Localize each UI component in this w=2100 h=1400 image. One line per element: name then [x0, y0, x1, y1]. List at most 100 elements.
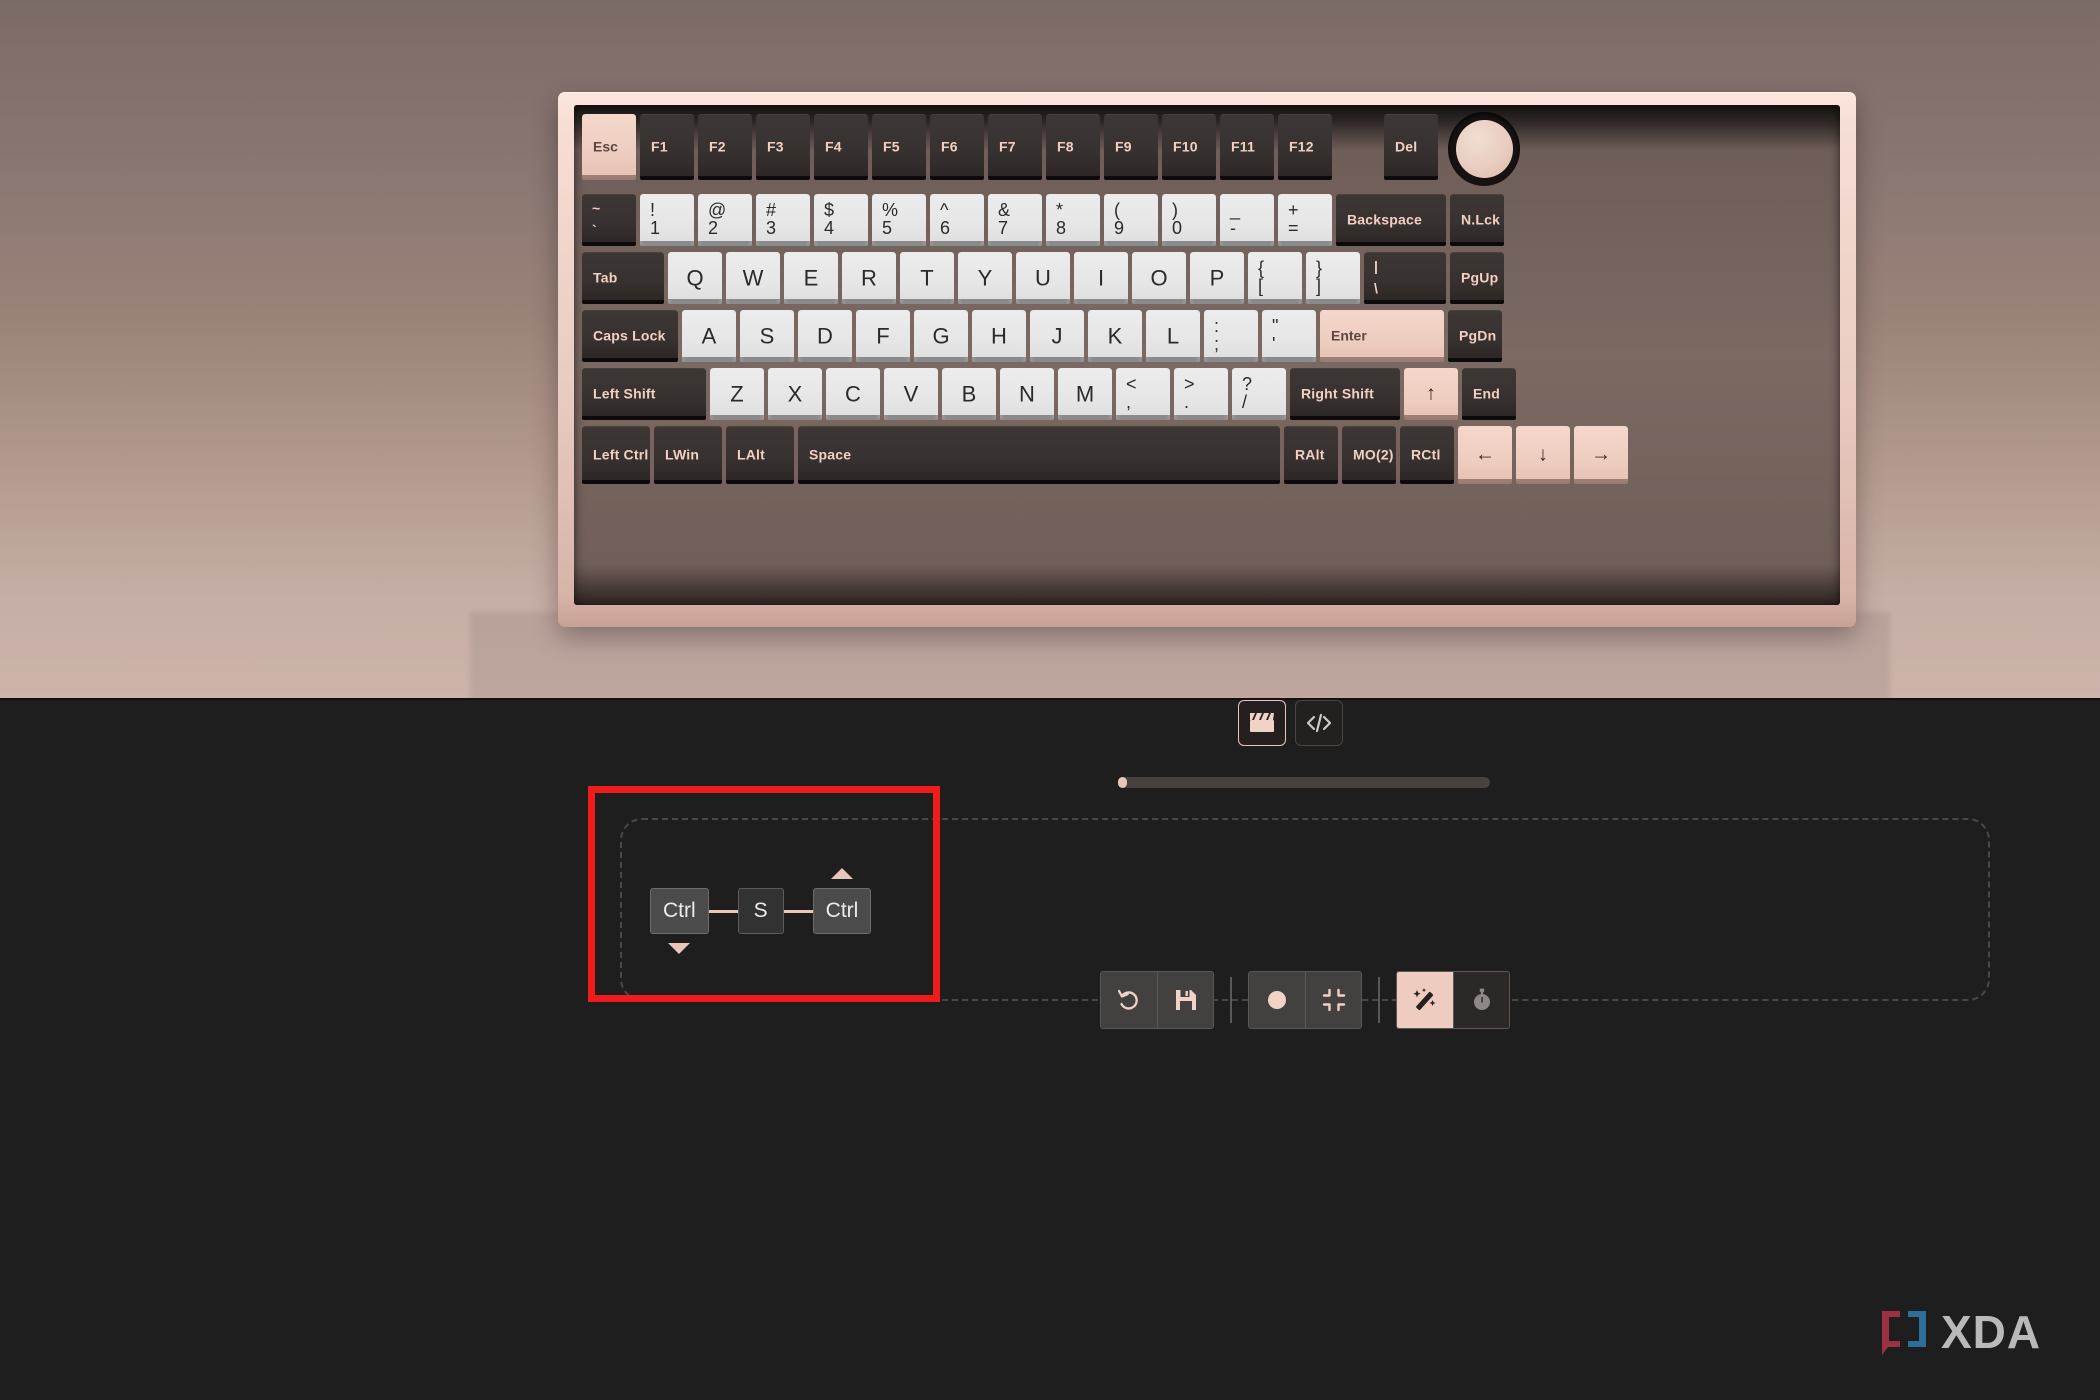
key-ralt[interactable]: RAlt [1284, 426, 1338, 484]
key-d[interactable]: D [798, 310, 852, 362]
key-[interactable]: ↑ [1404, 368, 1458, 420]
key-r[interactable]: R [842, 252, 896, 304]
key-o[interactable]: O [1132, 252, 1186, 304]
key-n-lck[interactable]: N.Lck [1450, 194, 1504, 246]
key-2[interactable]: @2 [698, 194, 752, 246]
key-tab[interactable]: Tab [582, 252, 664, 304]
key-e[interactable]: E [784, 252, 838, 304]
rotary-knob[interactable] [1448, 112, 1520, 186]
key-f4[interactable]: F4 [814, 114, 868, 180]
save-button[interactable] [1157, 972, 1213, 1028]
key-pgdn[interactable]: PgDn [1448, 310, 1502, 362]
key-end[interactable]: End [1462, 368, 1516, 420]
keycap-legend-lower: 2 [708, 218, 719, 239]
key-f1[interactable]: F1 [640, 114, 694, 180]
horizontal-scrollbar[interactable] [1118, 777, 1490, 788]
timing-button[interactable] [1453, 972, 1509, 1028]
key-0[interactable]: ) 0 [1162, 194, 1216, 246]
key-[interactable]: → [1574, 426, 1628, 484]
key-3[interactable]: #3 [756, 194, 810, 246]
key-g[interactable]: G [914, 310, 968, 362]
key-q[interactable]: Q [668, 252, 722, 304]
key-w[interactable]: W [726, 252, 780, 304]
key-enter[interactable]: Enter [1320, 310, 1444, 362]
key-[interactable]: + = [1278, 194, 1332, 246]
key-esc[interactable]: Esc [582, 114, 636, 180]
key-f6[interactable]: F6 [930, 114, 984, 180]
key-lwin[interactable]: LWin [654, 426, 722, 484]
key-6[interactable]: ^ 6 [930, 194, 984, 246]
tab-macro-code[interactable] [1295, 700, 1343, 746]
key-[interactable]: ~ ` [582, 194, 636, 246]
key-f11[interactable]: F11 [1220, 114, 1274, 180]
key-f[interactable]: F [856, 310, 910, 362]
key-del[interactable]: Del [1384, 114, 1438, 180]
key-9[interactable]: (9 [1104, 194, 1158, 246]
key-rctl[interactable]: RCtl [1400, 426, 1454, 484]
key-[interactable]: >. [1174, 368, 1228, 420]
key-[interactable]: }] [1306, 252, 1360, 304]
key-a[interactable]: A [682, 310, 736, 362]
key-lalt[interactable]: LAlt [726, 426, 794, 484]
key-z[interactable]: Z [710, 368, 764, 420]
key-left-shift[interactable]: Left Shift [582, 368, 706, 420]
key-t[interactable]: T [900, 252, 954, 304]
key-p[interactable]: P [1190, 252, 1244, 304]
key-mo-2[interactable]: MO(2) [1342, 426, 1396, 484]
key-[interactable]: <, [1116, 368, 1170, 420]
key-[interactable]: ↓ [1516, 426, 1570, 484]
key-h[interactable]: H [972, 310, 1026, 362]
key-f10[interactable]: F10 [1162, 114, 1216, 180]
key-b[interactable]: B [942, 368, 996, 420]
key-v[interactable]: V [884, 368, 938, 420]
rotary-knob-cap[interactable] [1456, 120, 1513, 178]
key-[interactable]: {[ [1248, 252, 1302, 304]
key-1[interactable]: ! 1 [640, 194, 694, 246]
magic-wand-button[interactable] [1397, 972, 1453, 1028]
key-pgup[interactable]: PgUp [1450, 252, 1504, 304]
key-f8[interactable]: F8 [1046, 114, 1100, 180]
key-x[interactable]: X [768, 368, 822, 420]
keycap-legend-upper: ? [1242, 374, 1253, 394]
tab-macro-recorder[interactable] [1238, 700, 1286, 746]
key-backspace[interactable]: Backspace [1336, 194, 1446, 246]
collapse-button[interactable] [1305, 972, 1361, 1028]
key-f12[interactable]: F12 [1278, 114, 1332, 180]
key-n[interactable]: N [1000, 368, 1054, 420]
key-right-shift[interactable]: Right Shift [1290, 368, 1400, 420]
key-[interactable]: :; [1204, 310, 1258, 362]
macro-step-ctrl-down[interactable]: Ctrl [650, 888, 709, 954]
record-button[interactable] [1249, 972, 1305, 1028]
key-f2[interactable]: F2 [698, 114, 752, 180]
key-m[interactable]: M [1058, 368, 1112, 420]
key-4[interactable]: $4 [814, 194, 868, 246]
key-f5[interactable]: F5 [872, 114, 926, 180]
key-f7[interactable]: F7 [988, 114, 1042, 180]
scrollbar-thumb[interactable] [1118, 777, 1127, 788]
key-f9[interactable]: F9 [1104, 114, 1158, 180]
key-l[interactable]: L [1146, 310, 1200, 362]
key-caps-lock[interactable]: Caps Lock [582, 310, 678, 362]
keycap-skirt [640, 176, 694, 180]
key-k[interactable]: K [1088, 310, 1142, 362]
key-7[interactable]: & 7 [988, 194, 1042, 246]
macro-step-s-none[interactable]: S [737, 888, 784, 934]
key-i[interactable]: I [1074, 252, 1128, 304]
key-s[interactable]: S [740, 310, 794, 362]
key-y[interactable]: Y [958, 252, 1012, 304]
macro-step-ctrl-up[interactable]: Ctrl [812, 868, 872, 934]
key-[interactable]: | \ [1364, 252, 1446, 304]
key-left-ctrl[interactable]: Left Ctrl [582, 426, 650, 484]
undo-button[interactable] [1101, 972, 1157, 1028]
key-f3[interactable]: F3 [756, 114, 810, 180]
key-8[interactable]: * 8 [1046, 194, 1100, 246]
key-space[interactable]: Space [798, 426, 1280, 484]
key-[interactable]: ← [1458, 426, 1512, 484]
key-[interactable]: ? / [1232, 368, 1286, 420]
key-c[interactable]: C [826, 368, 880, 420]
key-u[interactable]: U [1016, 252, 1070, 304]
key-j[interactable]: J [1030, 310, 1084, 362]
key-[interactable]: _ - [1220, 194, 1274, 246]
key-[interactable]: " ' [1262, 310, 1316, 362]
key-5[interactable]: % 5 [872, 194, 926, 246]
